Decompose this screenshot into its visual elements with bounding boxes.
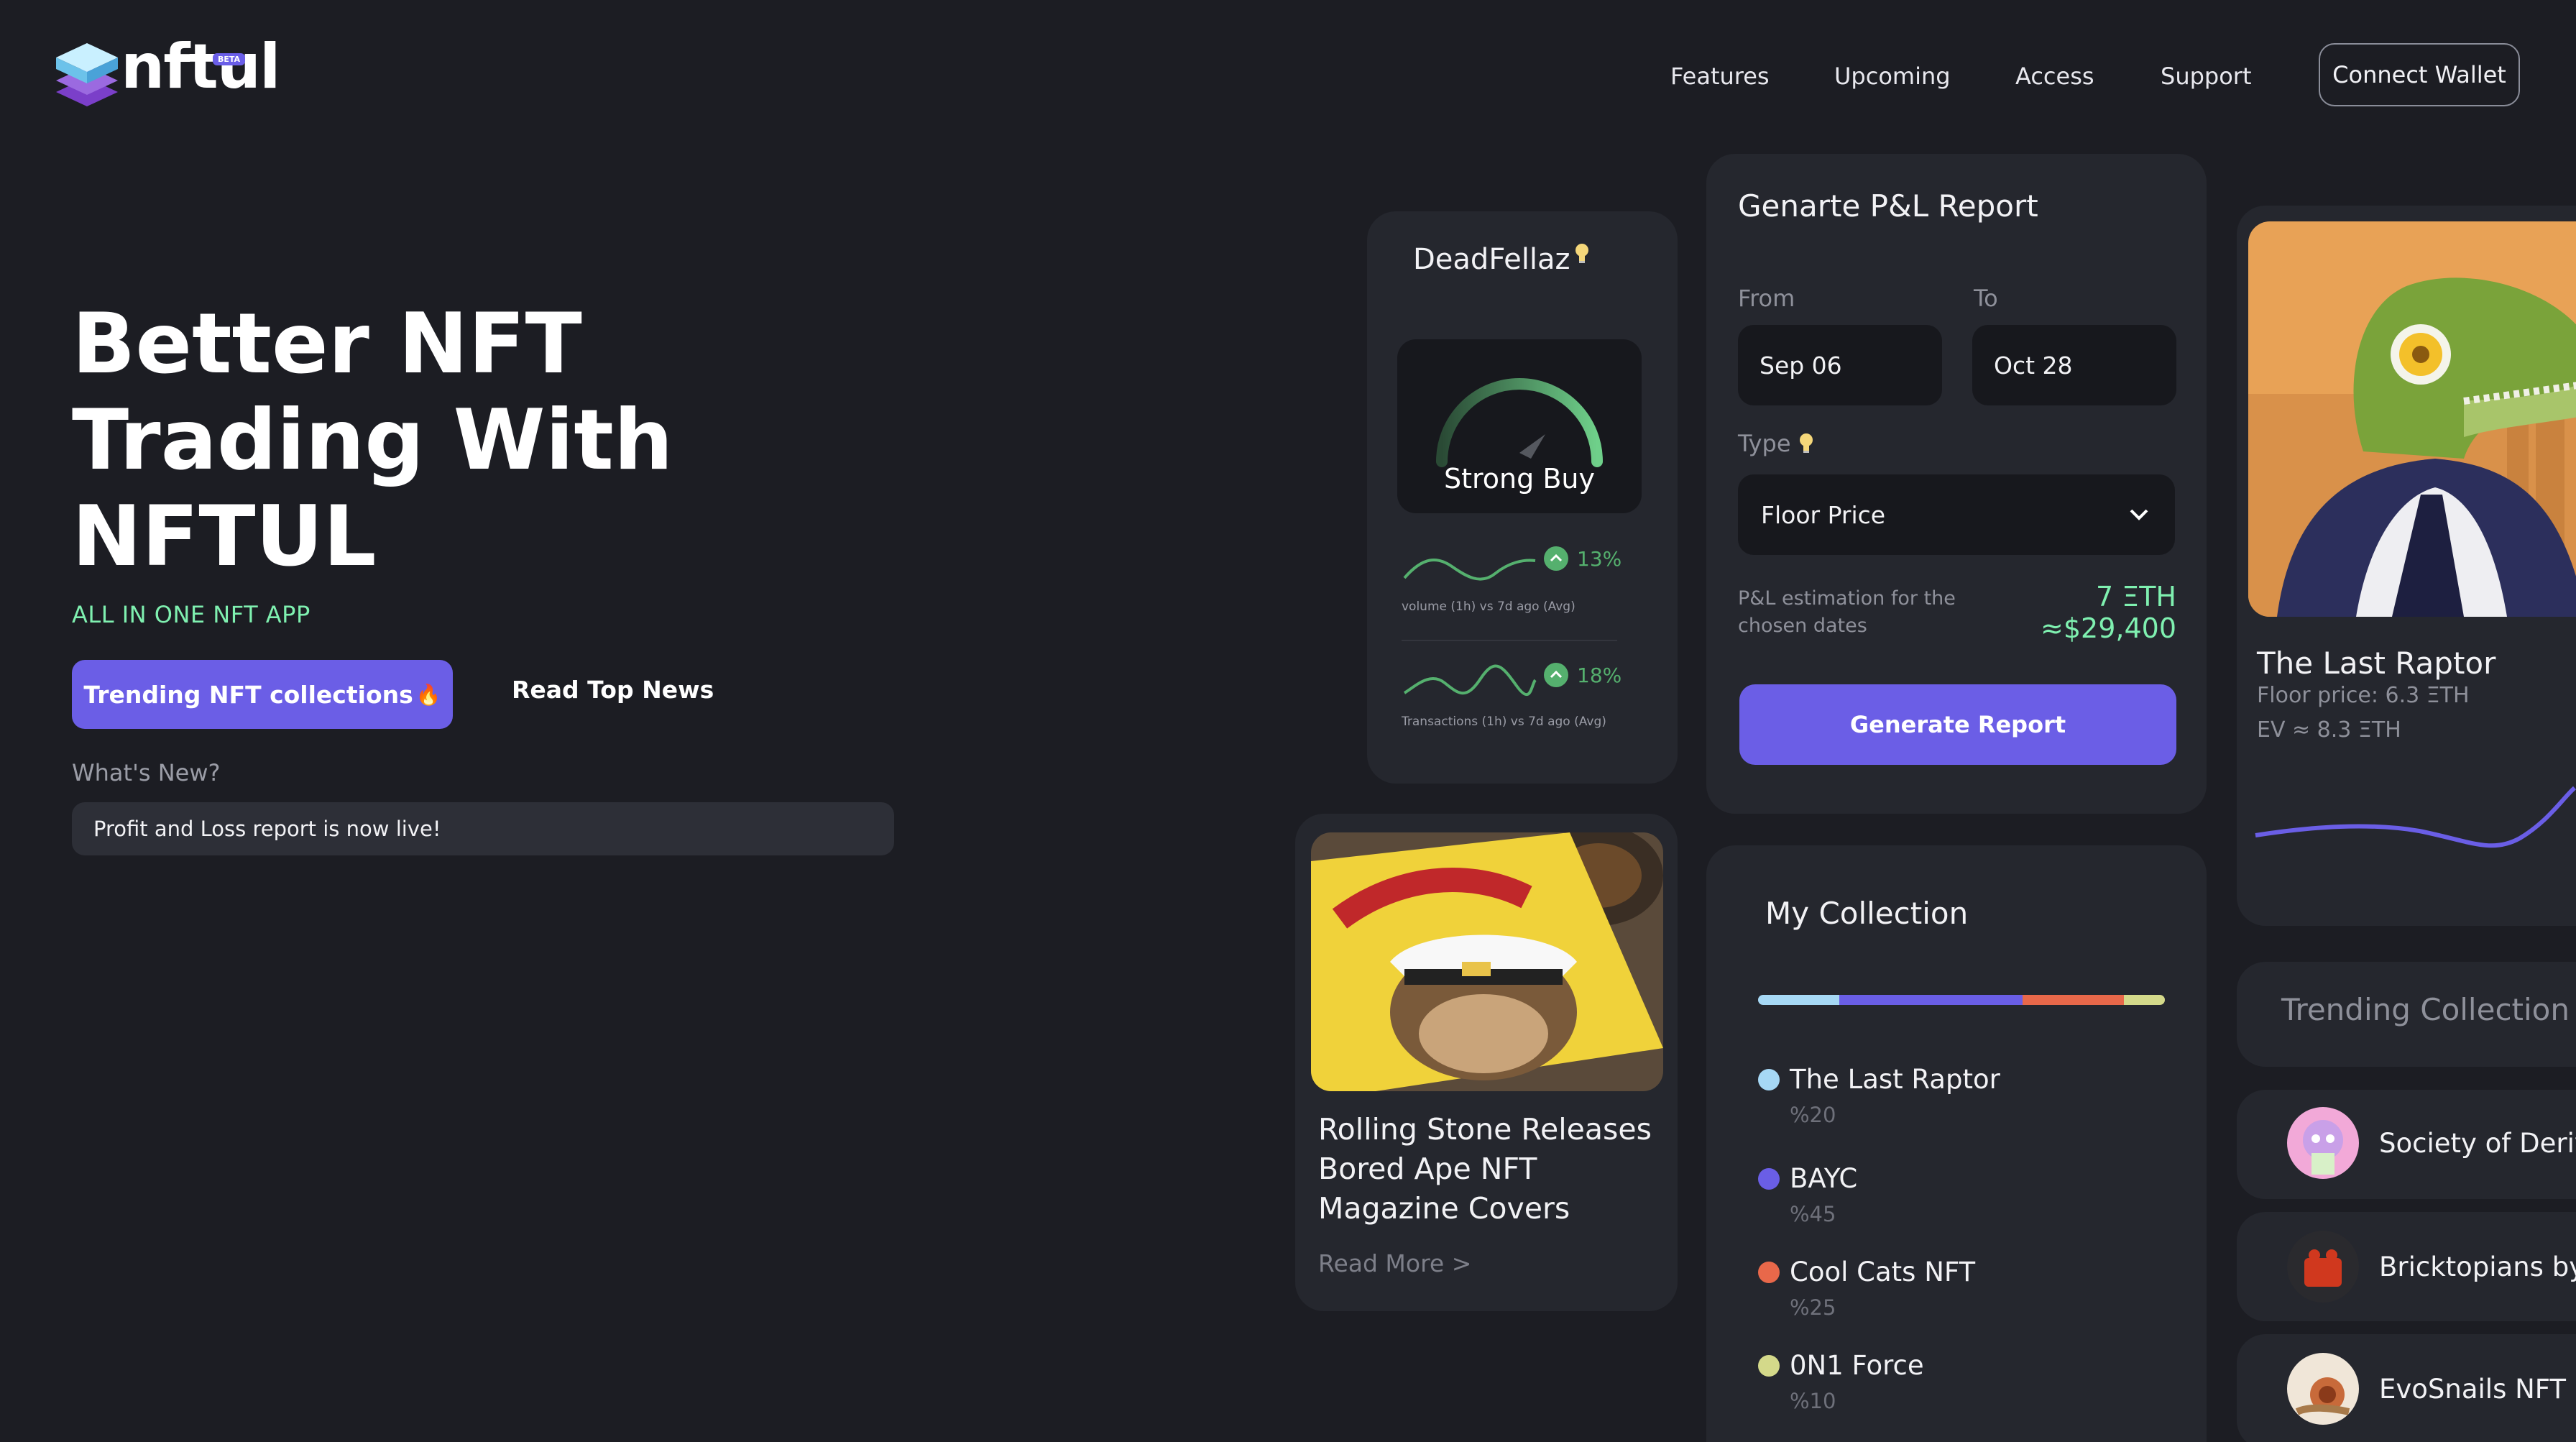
type-select-value: Floor Price <box>1761 500 1886 529</box>
nav-access[interactable]: Access <box>2015 60 2094 92</box>
raptor-price-line <box>2254 769 2576 863</box>
generate-report-button[interactable]: Generate Report <box>1739 684 2176 765</box>
distribution-segment <box>2022 995 2125 1005</box>
deadfellaz-name: DeadFellaz <box>1413 243 1570 276</box>
my-collection-title: My Collection <box>1765 896 1969 931</box>
from-date-field[interactable]: Sep 06 <box>1738 325 1942 405</box>
transactions-caption: Transactions (1h) vs 7d ago (Avg) <box>1402 715 1606 729</box>
trending-row[interactable]: Bricktopians by <box>2287 1231 2576 1303</box>
collection-item[interactable]: BAYC <box>1758 1163 1857 1194</box>
color-dot-icon <box>1758 1167 1780 1190</box>
beta-badge: BETA <box>213 53 246 65</box>
read-top-news-button[interactable]: Read Top News <box>512 676 714 704</box>
collection-item-pct: %45 <box>1790 1202 1836 1226</box>
trending-collections-label: Trending NFT collections <box>83 680 413 709</box>
distribution-segment <box>1758 995 1840 1005</box>
pl-report-title: Genarte P&L Report <box>1738 188 2038 224</box>
collection-item-name: BAYC <box>1790 1163 1858 1194</box>
nav-support[interactable]: Support <box>2161 60 2252 92</box>
collection-distribution-bar <box>1758 995 2165 1005</box>
to-date-field[interactable]: Oct 28 <box>1972 325 2176 405</box>
trending-row[interactable]: EvoSnails NFT <box>2287 1353 2566 1425</box>
fire-icon: 🔥 <box>415 682 441 707</box>
volume-sparkline <box>1402 542 1538 585</box>
collection-item-name: 0N1 Force <box>1790 1350 1924 1381</box>
type-select[interactable]: Floor Price <box>1738 474 2175 555</box>
collection-item-pct: %20 <box>1790 1103 1836 1127</box>
collection-item-pct: %10 <box>1790 1389 1836 1413</box>
whats-new-banner[interactable]: Profit and Loss report is now live! <box>72 802 894 855</box>
trending-item-name: EvoSnails NFT <box>2379 1373 2567 1405</box>
logo-icon[interactable] <box>55 40 119 112</box>
avatar <box>2287 1231 2359 1303</box>
whats-new-text: Profit and Loss report is now live! <box>93 817 441 841</box>
hero-title: Better NFT Trading With NFTUL <box>72 296 719 585</box>
volume-caption: volume (1h) vs 7d ago (Avg) <box>1402 600 1576 614</box>
news-title[interactable]: Rolling Stone Releases Bored Ape NFT Mag… <box>1318 1110 1670 1229</box>
trending-collection-title: Trending Collection <box>2281 992 2570 1027</box>
lightbulb-icon <box>1574 243 1590 265</box>
volume-metric: 13% <box>1544 546 1622 571</box>
color-dot-icon <box>1758 1068 1780 1090</box>
raptor-ev: EV ≈ 8.3 ΞTH <box>2257 717 2401 743</box>
collection-item-name: The Last Raptor <box>1790 1064 2000 1095</box>
nav-upcoming[interactable]: Upcoming <box>1834 60 1951 92</box>
collection-item[interactable]: The Last Raptor <box>1758 1064 2000 1095</box>
trending-row[interactable]: Society of Deriv <box>2287 1107 2576 1179</box>
hero-title-line-2: Trading With <box>72 392 673 489</box>
last-raptor-image[interactable] <box>2248 221 2576 617</box>
rolling-stone-cover-image[interactable] <box>1311 832 1663 1091</box>
raptor-floor-price: Floor price: 6.3 ΞTH <box>2257 683 2470 708</box>
avatar <box>2287 1107 2359 1179</box>
collection-item[interactable]: Cool Cats NFT <box>1758 1257 1975 1287</box>
transactions-pct: 18% <box>1577 663 1622 687</box>
brand-name[interactable]: nftul <box>121 36 280 98</box>
signal-label: Strong Buy <box>1444 463 1595 495</box>
read-more-link[interactable]: Read More > <box>1318 1249 1471 1277</box>
whats-new-label: What's New? <box>72 759 221 786</box>
chevron-down-icon <box>2129 508 2149 521</box>
estimation-usd: ≈$29,400 <box>2041 612 2176 644</box>
color-dot-icon <box>1758 1354 1780 1377</box>
raptor-title: The Last Raptor <box>2257 646 2496 681</box>
distribution-segment <box>2124 995 2165 1005</box>
trending-item-name: Bricktopians by <box>2379 1251 2576 1282</box>
deadfellaz-title: DeadFellaz <box>1413 243 1590 276</box>
nav-features[interactable]: Features <box>1670 60 1770 92</box>
color-dot-icon <box>1758 1261 1780 1283</box>
distribution-segment <box>1839 995 2023 1005</box>
collection-item-pct: %25 <box>1790 1295 1836 1320</box>
collection-item-name: Cool Cats NFT <box>1790 1257 1976 1287</box>
metric-divider <box>1402 640 1617 641</box>
hero-subtitle: ALL IN ONE NFT APP <box>72 601 310 628</box>
transactions-metric: 18% <box>1544 663 1622 687</box>
arrow-up-icon <box>1544 663 1568 687</box>
to-label: To <box>1974 285 1998 312</box>
volume-pct: 13% <box>1577 546 1622 571</box>
type-label-text: Type <box>1738 430 1791 457</box>
arrow-up-icon <box>1544 546 1568 571</box>
trending-item-name: Society of Deriv <box>2379 1127 2576 1159</box>
estimation-eth: 7 ΞTH <box>2095 581 2176 612</box>
trending-collections-button[interactable]: Trending NFT collections 🔥 <box>72 660 453 729</box>
hero-title-line-1: Better NFT <box>72 295 582 392</box>
transactions-sparkline <box>1402 657 1538 700</box>
type-label: Type <box>1738 430 1814 457</box>
from-label: From <box>1738 285 1795 312</box>
lightbulb-icon <box>1798 433 1814 454</box>
connect-wallet-button[interactable]: Connect Wallet <box>2319 43 2520 106</box>
hero-title-line-3: NFTUL <box>72 488 377 585</box>
collection-item[interactable]: 0N1 Force <box>1758 1350 1924 1381</box>
avatar <box>2287 1353 2359 1425</box>
